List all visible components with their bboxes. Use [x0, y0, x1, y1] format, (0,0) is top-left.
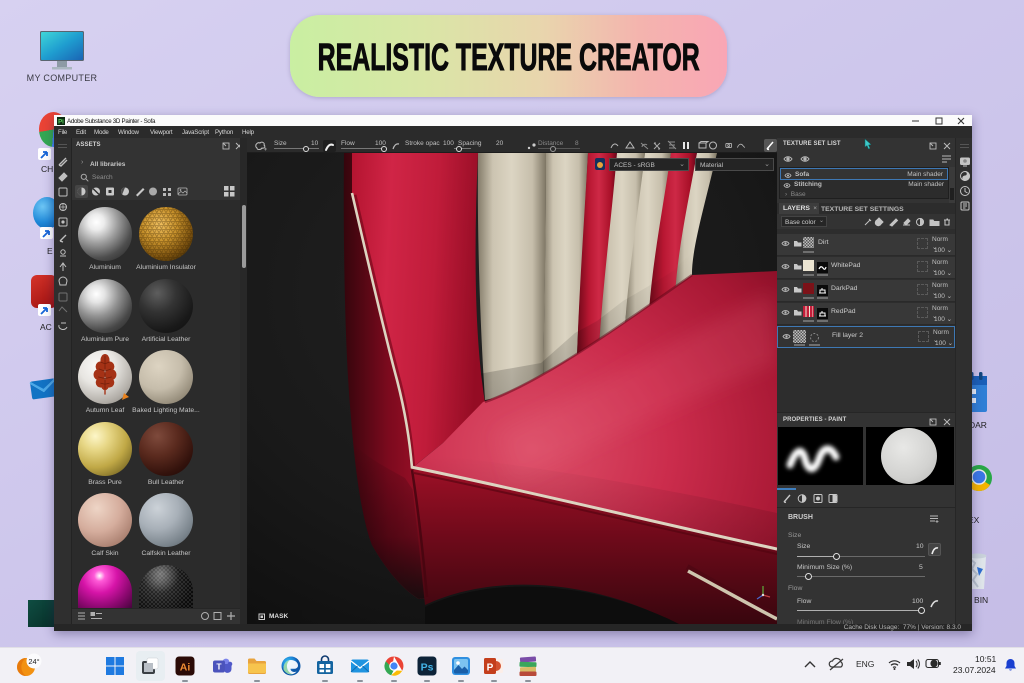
svg-text:Ai: Ai: [180, 662, 191, 674]
svg-text:Ps: Ps: [421, 662, 434, 674]
svg-text:24°: 24°: [28, 657, 39, 666]
svg-text:P: P: [487, 663, 494, 674]
svg-text:T: T: [216, 662, 222, 672]
svg-text:Pi: Pi: [58, 119, 64, 125]
